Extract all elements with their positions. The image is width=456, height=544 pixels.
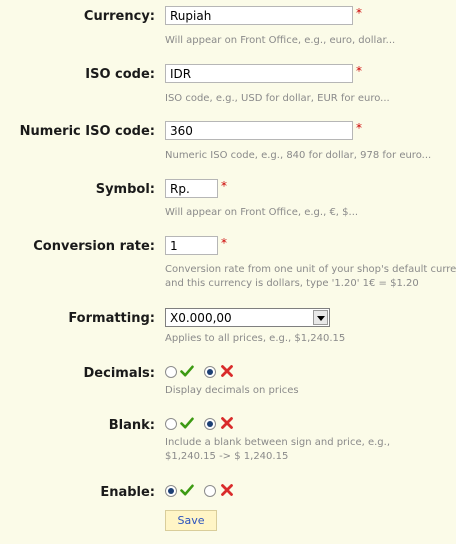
required-marker: * bbox=[356, 121, 362, 135]
enable-no-radio[interactable] bbox=[204, 485, 216, 497]
enable-yes-radio[interactable] bbox=[165, 485, 177, 497]
blank-hint-line2: $1,240.15 -> $ 1,240.15 bbox=[165, 451, 289, 462]
blank-yes-radio[interactable] bbox=[165, 418, 177, 430]
decimals-hint: Display decimals on prices bbox=[165, 385, 299, 396]
symbol-input[interactable] bbox=[165, 179, 218, 198]
currency-input[interactable] bbox=[165, 6, 353, 25]
numeric-iso-label: Numeric ISO code: bbox=[19, 124, 155, 139]
check-icon bbox=[180, 365, 194, 377]
required-marker: * bbox=[221, 179, 227, 193]
formatting-select[interactable]: X0.000,00 bbox=[165, 308, 330, 327]
cross-icon bbox=[221, 365, 233, 377]
symbol-hint: Will appear on Front Office, e.g., €, $.… bbox=[165, 207, 359, 218]
conversion-rate-input[interactable] bbox=[165, 236, 218, 255]
required-marker: * bbox=[221, 236, 227, 250]
blank-hint-line1: Include a blank between sign and price, … bbox=[165, 437, 390, 448]
formatting-label: Formatting: bbox=[68, 311, 155, 326]
formatting-selected-value: X0.000,00 bbox=[170, 311, 232, 325]
blank-no-radio[interactable] bbox=[204, 418, 216, 430]
numeric-iso-hint: Numeric ISO code, e.g., 840 for dollar, … bbox=[165, 150, 432, 161]
blank-label: Blank: bbox=[108, 418, 155, 433]
iso-code-label: ISO code: bbox=[85, 67, 155, 82]
cross-icon bbox=[221, 484, 233, 496]
conversion-rate-hint-line1: Conversion rate from one unit of your sh… bbox=[165, 264, 456, 275]
currency-hint: Will appear on Front Office, e.g., euro,… bbox=[165, 35, 396, 46]
required-marker: * bbox=[356, 6, 362, 20]
cross-icon bbox=[221, 417, 233, 429]
currency-label: Currency: bbox=[83, 9, 155, 24]
conversion-rate-hint-line2: and this currency is dollars, type '1.20… bbox=[165, 278, 419, 289]
decimals-yes-radio[interactable] bbox=[165, 366, 177, 378]
save-button[interactable]: Save bbox=[165, 510, 217, 531]
decimals-no-radio[interactable] bbox=[204, 366, 216, 378]
symbol-label: Symbol: bbox=[95, 182, 155, 197]
check-icon bbox=[180, 484, 194, 496]
check-icon bbox=[180, 417, 194, 429]
chevron-down-icon[interactable] bbox=[313, 310, 328, 325]
conversion-rate-label: Conversion rate: bbox=[33, 239, 155, 254]
iso-code-input[interactable] bbox=[165, 64, 353, 83]
iso-code-hint: ISO code, e.g., USD for dollar, EUR for … bbox=[165, 93, 390, 104]
formatting-hint: Applies to all prices, e.g., $1,240.15 bbox=[165, 333, 346, 344]
required-marker: * bbox=[356, 64, 362, 78]
decimals-label: Decimals: bbox=[83, 366, 155, 381]
enable-label: Enable: bbox=[100, 485, 155, 500]
numeric-iso-input[interactable] bbox=[165, 121, 353, 140]
